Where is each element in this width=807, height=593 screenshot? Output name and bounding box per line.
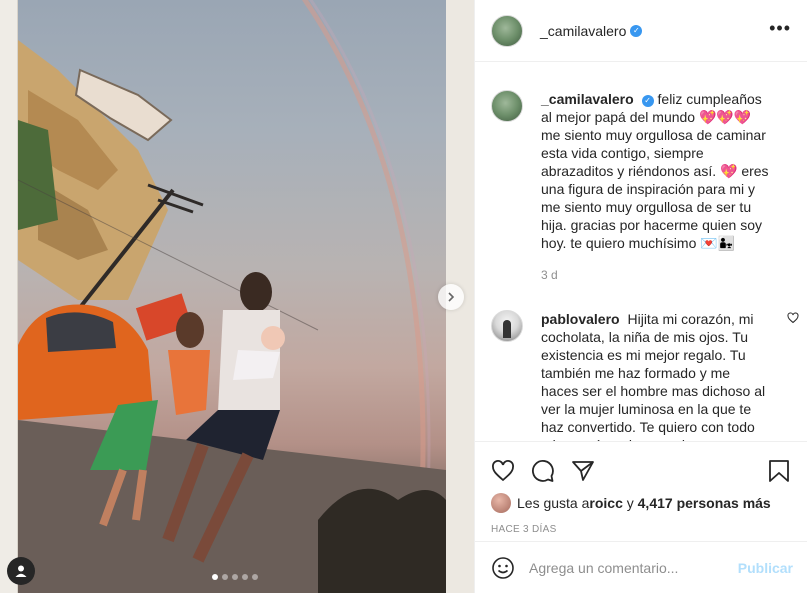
likes-summary: Les gusta a roicc y 4,417 personas más bbox=[475, 490, 807, 516]
carousel-dot bbox=[212, 574, 218, 580]
post-timestamp[interactable]: HACE 3 DÍAS bbox=[475, 516, 807, 538]
verified-badge-icon: ✓ bbox=[630, 24, 643, 37]
publish-button[interactable]: Publicar bbox=[738, 560, 793, 576]
carousel-dot bbox=[242, 574, 248, 580]
comment-username[interactable]: pablovalero bbox=[541, 311, 620, 327]
caption: _camilavalero ✓ feliz cumpleaños al mejor… bbox=[491, 62, 791, 284]
comment-input[interactable] bbox=[529, 559, 738, 576]
more-options-icon[interactable]: ••• bbox=[769, 19, 791, 37]
author-avatar[interactable] bbox=[491, 90, 523, 122]
verified-badge-icon: ✓ bbox=[641, 95, 654, 107]
photo-scene bbox=[18, 0, 446, 593]
comment-button[interactable] bbox=[531, 459, 555, 483]
liker-avatar[interactable] bbox=[491, 493, 511, 513]
bookmark-icon bbox=[769, 460, 789, 482]
carousel-dot bbox=[232, 574, 238, 580]
post-sidebar: _camilavalero ✓ ••• _camilavalero ✓ feliz… bbox=[474, 0, 807, 593]
liker-username[interactable]: roicc bbox=[589, 495, 622, 511]
save-button[interactable] bbox=[767, 459, 791, 483]
commenter-avatar[interactable] bbox=[491, 310, 523, 342]
add-comment-bar: Publicar bbox=[475, 541, 807, 593]
caption-username[interactable]: _camilavalero bbox=[541, 91, 634, 107]
carousel-indicator bbox=[212, 574, 258, 580]
likes-count-link[interactable]: 4,417 personas más bbox=[638, 495, 771, 511]
chevron-right-icon bbox=[448, 292, 455, 302]
share-button[interactable] bbox=[571, 459, 595, 483]
comment-item: pablovalero Hijita mi corazón, mi cochol… bbox=[491, 284, 791, 441]
caption-time[interactable]: 3 d bbox=[541, 266, 769, 284]
carousel-dot bbox=[252, 574, 258, 580]
author-avatar[interactable] bbox=[491, 14, 523, 47]
heart-icon bbox=[492, 460, 514, 482]
post-header: _camilavalero ✓ ••• bbox=[475, 0, 807, 62]
caption-text: feliz cumpleaños al mejor papá del mundo… bbox=[541, 91, 769, 251]
likes-middle: y bbox=[622, 495, 638, 511]
like-button[interactable] bbox=[491, 459, 515, 483]
send-icon bbox=[572, 461, 594, 481]
comment-icon bbox=[532, 460, 554, 482]
author-username[interactable]: _camilavalero bbox=[540, 23, 626, 39]
tagged-people-button[interactable] bbox=[7, 557, 35, 585]
post-actions: Les gusta a roicc y 4,417 personas más H… bbox=[475, 441, 807, 593]
carousel-dot bbox=[222, 574, 228, 580]
post-photo[interactable] bbox=[18, 0, 446, 593]
comments-list[interactable]: _camilavalero ✓ feliz cumpleaños al mejor… bbox=[475, 62, 807, 441]
comment-text: Hijita mi corazón, mi cocholata, la niña… bbox=[541, 311, 766, 441]
emoji-icon[interactable] bbox=[491, 556, 515, 580]
like-comment-heart-icon[interactable] bbox=[787, 312, 799, 324]
likes-prefix: Les gusta a bbox=[517, 495, 590, 511]
person-icon bbox=[15, 565, 27, 577]
next-slide-button[interactable] bbox=[438, 284, 464, 310]
post-media[interactable] bbox=[0, 0, 474, 593]
action-bar bbox=[475, 442, 807, 490]
